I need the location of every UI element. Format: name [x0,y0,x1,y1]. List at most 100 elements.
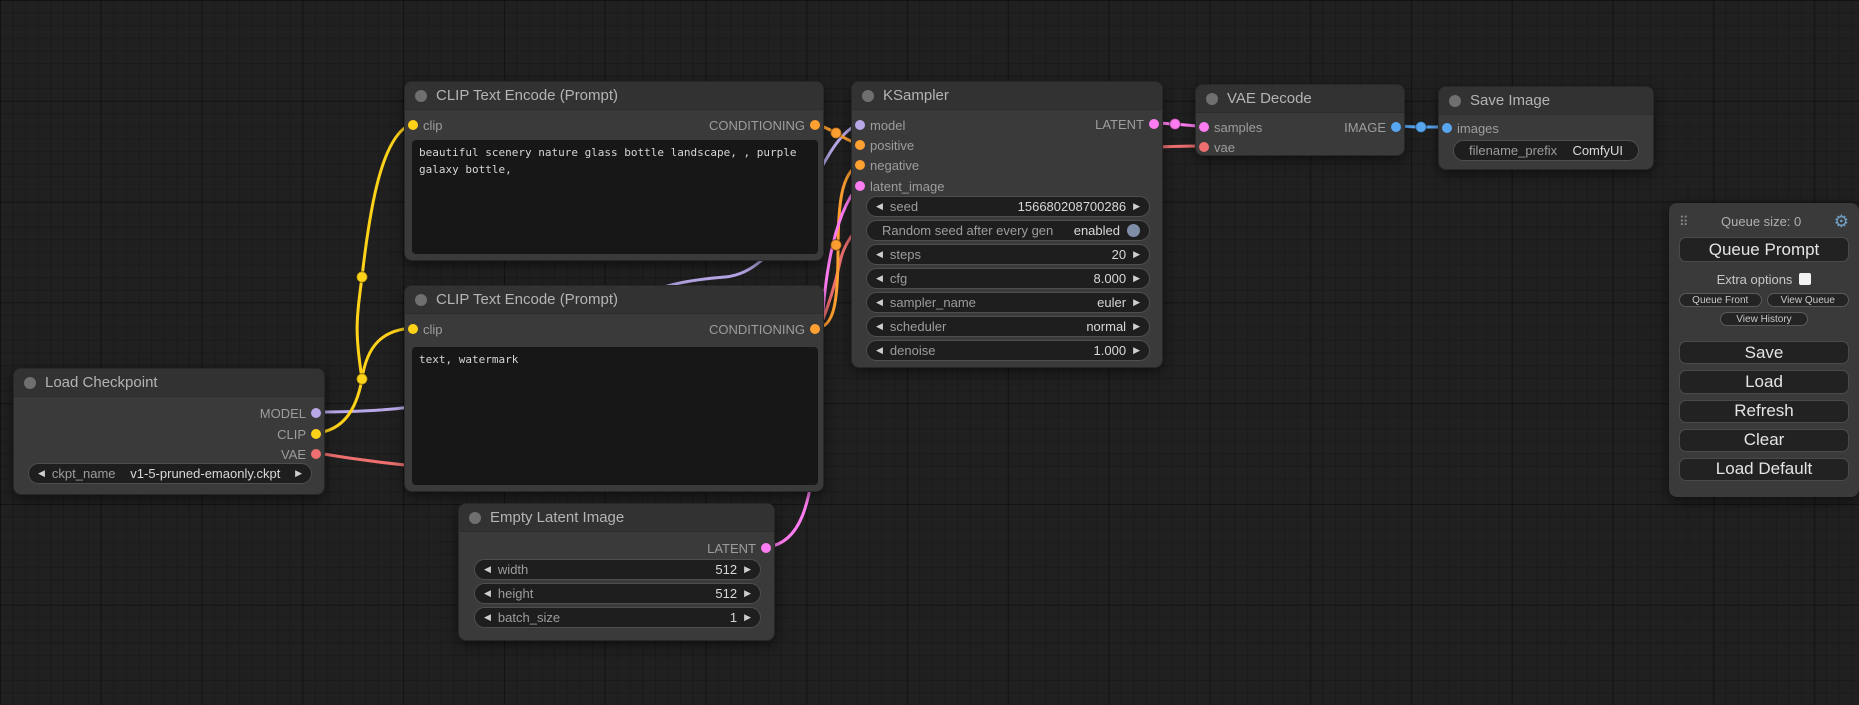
empty-latent-title-bar[interactable]: Empty Latent Image [459,504,774,532]
output-latent[interactable]: LATENT [1095,114,1162,134]
latent-port-icon[interactable] [1149,119,1159,129]
graph-canvas[interactable]: Load Checkpoint MODEL CLIP VAE ◀ ckpt_na… [0,0,1859,705]
widget-ckpt-name[interactable]: ◀ ckpt_name v1-5-pruned-emaonly.ckpt ▶ [28,463,312,484]
model-port-icon[interactable] [855,120,865,130]
input-model[interactable]: model [852,115,905,135]
clip-encode-title-bar[interactable]: CLIP Text Encode (Prompt) [405,82,823,110]
image-port-icon[interactable] [1442,123,1452,133]
queue-front-button[interactable]: Queue Front [1679,293,1762,307]
arrow-left-icon[interactable]: ◀ [484,589,491,598]
arrow-right-icon[interactable]: ▶ [1133,298,1140,307]
latent-port-icon[interactable] [761,543,771,553]
image-port-icon[interactable] [1391,122,1401,132]
input-images[interactable]: images [1439,118,1499,138]
prompt-textarea[interactable]: text, watermark [412,347,818,485]
view-history-button[interactable]: View History [1720,312,1808,326]
clear-button[interactable]: Clear [1679,429,1849,452]
ksampler-title-bar[interactable]: KSampler [852,82,1162,110]
save-image-title-bar[interactable]: Save Image [1439,87,1653,115]
widget-batch-size[interactable]: ◀ batch_size 1 ▶ [474,607,761,628]
arrow-left-icon[interactable]: ◀ [484,613,491,622]
output-latent[interactable]: LATENT [707,538,774,558]
save-button[interactable]: Save [1679,341,1849,364]
clip-encode-title-bar[interactable]: CLIP Text Encode (Prompt) [405,286,823,314]
widget-seed[interactable]: ◀ seed 156680208700286 ▶ [866,196,1150,217]
conditioning-port-icon[interactable] [810,120,820,130]
node-load-checkpoint[interactable]: Load Checkpoint MODEL CLIP VAE ◀ ckpt_na… [13,368,325,495]
load-button[interactable]: Load [1679,370,1849,393]
arrow-right-icon[interactable]: ▶ [1133,250,1140,259]
collapse-dot[interactable] [24,377,36,389]
input-positive[interactable]: positive [852,135,914,155]
collapse-dot[interactable] [1206,93,1218,105]
load-default-button[interactable]: Load Default [1679,458,1849,481]
widget-steps[interactable]: ◀ steps 20 ▶ [866,244,1150,265]
clip-port-icon[interactable] [408,120,418,130]
queue-prompt-button[interactable]: Queue Prompt [1679,237,1849,262]
refresh-button[interactable]: Refresh [1679,400,1849,423]
arrow-right-icon[interactable]: ▶ [1133,322,1140,331]
node-clip-text-encode-negative[interactable]: CLIP Text Encode (Prompt) clip CONDITION… [404,285,824,492]
extra-options-checkbox[interactable] [1799,273,1811,285]
arrow-right-icon[interactable]: ▶ [1133,346,1140,355]
arrow-left-icon[interactable]: ◀ [876,322,883,331]
collapse-dot[interactable] [862,90,874,102]
widget-denoise[interactable]: ◀ denoise 1.000 ▶ [866,340,1150,361]
collapse-dot[interactable] [1449,95,1461,107]
node-empty-latent-image[interactable]: Empty Latent Image LATENT ◀ width 512 ▶ … [458,503,775,641]
node-vae-decode[interactable]: VAE Decode samples vae IMAGE [1195,84,1405,156]
arrow-right-icon[interactable]: ▶ [1133,202,1140,211]
input-vae[interactable]: vae [1196,137,1235,157]
output-vae[interactable]: VAE [281,444,324,464]
model-port-icon[interactable] [311,408,321,418]
arrow-right-icon[interactable]: ▶ [1133,274,1140,283]
arrow-right-icon[interactable]: ▶ [744,565,751,574]
arrow-left-icon[interactable]: ◀ [876,250,883,259]
vae-port-icon[interactable] [1199,142,1209,152]
arrow-right-icon[interactable]: ▶ [744,589,751,598]
input-latent-image[interactable]: latent_image [852,176,944,196]
latent-port-icon[interactable] [855,181,865,191]
gear-icon[interactable]: ⚙ [1834,213,1849,230]
arrow-left-icon[interactable]: ◀ [876,202,883,211]
input-clip[interactable]: clip [405,319,443,339]
toggle-indicator[interactable] [1127,224,1140,237]
widget-width[interactable]: ◀ width 512 ▶ [474,559,761,580]
node-ksampler[interactable]: KSampler model positive negative latent_… [851,81,1163,368]
latent-port-icon[interactable] [1199,122,1209,132]
arrow-left-icon[interactable]: ◀ [38,469,45,478]
arrow-left-icon[interactable]: ◀ [876,298,883,307]
input-samples[interactable]: samples [1196,117,1262,137]
widget-filename-prefix[interactable]: filename_prefix ComfyUI [1453,140,1639,161]
clip-port-icon[interactable] [408,324,418,334]
conditioning-port-icon[interactable] [810,324,820,334]
widget-random-seed[interactable]: Random seed after every gen enabled [866,220,1150,241]
drag-handle-icon[interactable]: ⠿ [1679,215,1689,228]
output-conditioning[interactable]: CONDITIONING [709,115,823,135]
output-model[interactable]: MODEL [260,403,324,423]
arrow-left-icon[interactable]: ◀ [876,346,883,355]
collapse-dot[interactable] [469,512,481,524]
widget-scheduler[interactable]: ◀ scheduler normal ▶ [866,316,1150,337]
arrow-right-icon[interactable]: ▶ [295,469,302,478]
widget-sampler-name[interactable]: ◀ sampler_name euler ▶ [866,292,1150,313]
conditioning-port-icon[interactable] [855,140,865,150]
output-image[interactable]: IMAGE [1344,117,1404,137]
node-clip-text-encode-positive[interactable]: CLIP Text Encode (Prompt) clip CONDITION… [404,81,824,261]
vae-decode-title-bar[interactable]: VAE Decode [1196,85,1404,113]
vae-port-icon[interactable] [311,449,321,459]
output-conditioning[interactable]: CONDITIONING [709,319,823,339]
arrow-left-icon[interactable]: ◀ [484,565,491,574]
arrow-left-icon[interactable]: ◀ [876,274,883,283]
clip-port-icon[interactable] [311,429,321,439]
collapse-dot[interactable] [415,90,427,102]
widget-height[interactable]: ◀ height 512 ▶ [474,583,761,604]
prompt-textarea[interactable]: beautiful scenery nature glass bottle la… [412,140,818,254]
arrow-right-icon[interactable]: ▶ [744,613,751,622]
input-clip[interactable]: clip [405,115,443,135]
node-save-image[interactable]: Save Image images filename_prefix ComfyU… [1438,86,1654,170]
conditioning-port-icon[interactable] [855,160,865,170]
output-clip[interactable]: CLIP [277,424,324,444]
widget-cfg[interactable]: ◀ cfg 8.000 ▶ [866,268,1150,289]
collapse-dot[interactable] [415,294,427,306]
